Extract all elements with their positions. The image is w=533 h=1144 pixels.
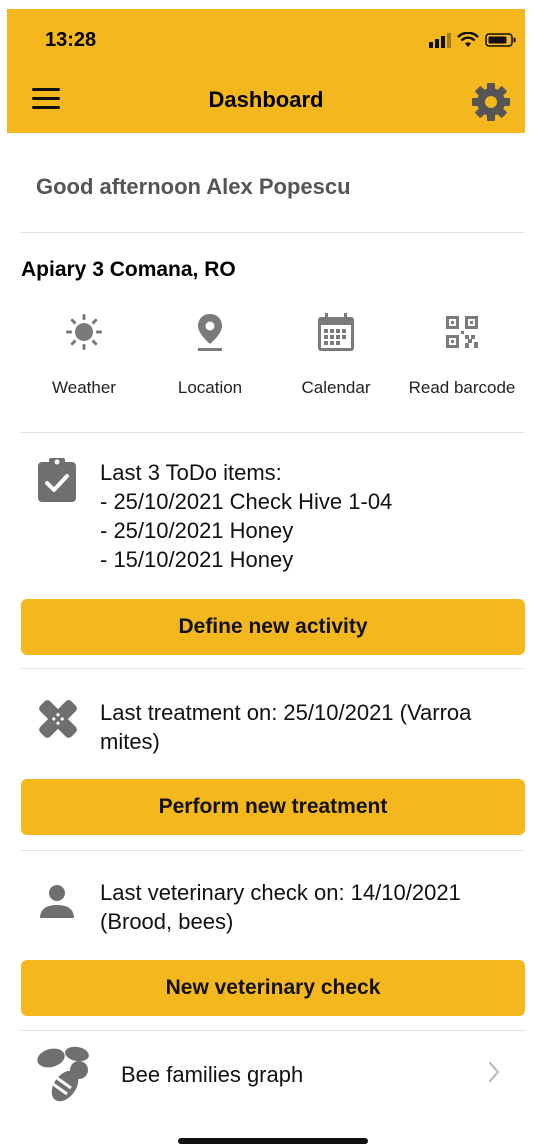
bandage-icon (39, 700, 77, 738)
apiary-tools: Weather Location Calendar Read barcode (21, 306, 525, 406)
wifi-icon (457, 32, 479, 47)
todo-header: Last 3 ToDo items: (100, 460, 282, 485)
app-header: 13:28 Dashboard (7, 9, 525, 133)
weather-label: Weather (52, 378, 116, 397)
last-treatment-text: Last treatment on: 25/10/2021 (Varroa mi… (100, 700, 472, 754)
divider (21, 432, 525, 433)
settings-button[interactable] (469, 80, 513, 124)
calendar-label: Calendar (301, 378, 371, 397)
apiary-name: Apiary 3 Comana, RO (21, 258, 236, 281)
new-veterinary-check-button[interactable]: New veterinary check (21, 960, 525, 1016)
calendar-icon (318, 313, 354, 351)
greeting-text: Good afternoon Alex Popescu (36, 174, 351, 199)
page-title: Dashboard (208, 87, 324, 112)
define-new-activity-button[interactable]: Define new activity (21, 599, 525, 655)
divider (21, 668, 525, 669)
gear-icon (472, 83, 510, 121)
chevron-right-icon (488, 1061, 500, 1083)
divider (21, 232, 525, 233)
todo-list: Last 3 ToDo items: - 25/10/2021 Check Hi… (100, 458, 392, 574)
location-label: Location (177, 378, 243, 397)
status-icons (429, 29, 517, 51)
bee-icon (37, 1046, 89, 1102)
nav-bar: Dashboard (7, 74, 525, 124)
signal-icon (429, 33, 451, 48)
todo-item: - 25/10/2021 Check Hive 1-04 (100, 489, 393, 514)
read-barcode-button[interactable]: Read barcode (399, 306, 525, 406)
todo-item: - 15/10/2021 Honey (100, 547, 294, 572)
weather-button[interactable]: Weather (21, 306, 147, 406)
bee-families-graph-row[interactable]: Bee families graph (21, 1040, 525, 1110)
app-screen: 13:28 Dashboard Good afternoon Alex Pope… (0, 0, 533, 1144)
sun-icon (66, 314, 102, 350)
location-pin-icon (198, 314, 222, 351)
battery-icon (485, 33, 516, 47)
last-vet-check-text: Last veterinary check on: 14/10/2021 (Br… (100, 880, 461, 934)
calendar-button[interactable]: Calendar (273, 306, 399, 406)
todo-item: - 25/10/2021 Honey (100, 518, 294, 543)
status-time: 13:28 (45, 29, 97, 51)
divider (21, 1030, 525, 1031)
home-indicator (178, 1138, 368, 1144)
perform-new-treatment-button[interactable]: Perform new treatment (21, 779, 525, 835)
bee-families-graph-label: Bee families graph (121, 1062, 304, 1087)
read-barcode-label: Read barcode (408, 378, 516, 397)
location-button[interactable]: Location (147, 306, 273, 406)
person-icon (40, 885, 74, 918)
qr-code-icon (446, 316, 478, 348)
clipboard-check-icon (38, 458, 76, 502)
divider (21, 850, 525, 851)
